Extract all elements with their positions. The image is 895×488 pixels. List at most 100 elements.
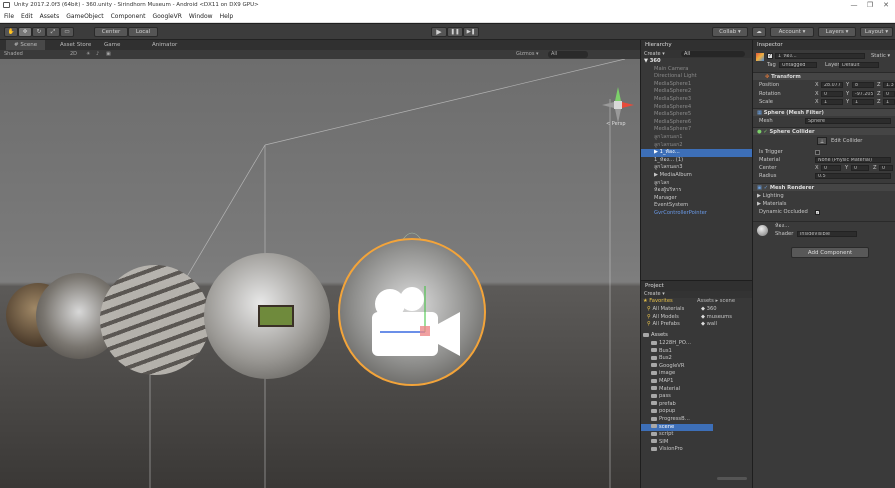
rect-tool-icon[interactable]: ▭ [60, 27, 74, 37]
audio-toggle-icon[interactable]: ♪ [96, 50, 99, 59]
asset-folder-item[interactable]: VisionPro [641, 446, 713, 454]
asset-folder-item[interactable]: popup [641, 408, 713, 416]
asset-folder-item[interactable]: Bus1 [641, 348, 713, 356]
scene-file-item[interactable]: ◆ 360 [701, 306, 717, 314]
scene-file-item[interactable]: ◆ museums [701, 314, 732, 322]
pivot-toggle[interactable]: Center [94, 27, 128, 37]
tag-dropdown[interactable]: Untagged [779, 62, 817, 68]
material-name[interactable]: ห้อง… [775, 222, 789, 230]
x-value-field[interactable]: 1 [821, 99, 843, 105]
asset-folder-item[interactable]: ProgressB… [641, 416, 713, 424]
asset-folder-item[interactable]: script [641, 431, 713, 439]
object-name-field[interactable]: 1_ห้อง… [775, 53, 865, 59]
tab-hierarchy[interactable]: Hierarchy [645, 40, 672, 50]
tab-scene[interactable]: # Scene [6, 40, 46, 50]
favorite-item[interactable]: ⚲ All Prefabs [647, 321, 680, 329]
active-checkbox[interactable]: ✓ [767, 53, 773, 59]
sphere-collider-header[interactable]: ● ✓ Sphere Collider [753, 127, 895, 135]
gizmos-dropdown[interactable]: Gizmos ▾ [516, 50, 539, 59]
menu-assets[interactable]: Assets [40, 13, 60, 20]
z-value-field[interactable]: 1 [883, 99, 895, 105]
space-toggle[interactable]: Local [128, 27, 158, 37]
collider-radius-field[interactable]: 0.5 [815, 173, 891, 179]
layers-dropdown[interactable]: Layers ▾ [818, 27, 856, 37]
persp-label[interactable]: < Persp [606, 121, 626, 127]
favorite-item[interactable]: ⚲ All Models [647, 314, 679, 322]
z-value-field[interactable]: 1.34 [883, 82, 895, 88]
lighting-foldout[interactable]: ▶ Lighting [753, 192, 895, 200]
hierarchy-item[interactable]: ▶ 1_ห้อง… [641, 149, 753, 157]
hierarchy-item[interactable]: ▶ MediaAlbum [641, 172, 753, 180]
hierarchy-item[interactable]: MediaSphere3 [641, 96, 753, 104]
hierarchy-create-button[interactable]: Create ▾ [644, 51, 665, 57]
orientation-gizmo-icon[interactable] [598, 85, 638, 125]
scene-file-item[interactable]: ◆ wall [701, 321, 717, 329]
edit-collider-icon[interactable]: ⟂ [817, 137, 827, 145]
2d-toggle[interactable]: 2D [70, 50, 77, 59]
hierarchy-item[interactable]: ลูกโลกนอก2 [641, 142, 753, 150]
tab-animator[interactable]: Animator [152, 40, 177, 50]
hierarchy-item[interactable]: MediaSphere6 [641, 119, 753, 127]
icon-size-slider[interactable] [717, 477, 747, 480]
y-value-field[interactable]: 1 [852, 99, 874, 105]
effects-toggle-icon[interactable]: ▣ [106, 50, 111, 59]
asset-folder-item[interactable]: 1228H_PO… [641, 340, 713, 348]
menu-component[interactable]: Component [111, 13, 146, 20]
maximize-button[interactable]: ❐ [863, 0, 877, 10]
menu-googlevr[interactable]: GoogleVR [152, 13, 181, 20]
hierarchy-item[interactable]: ลูกโลก [641, 180, 753, 188]
lighting-toggle-icon[interactable]: ☀ [86, 50, 90, 59]
hierarchy-item[interactable]: MediaSphere1 [641, 81, 753, 89]
minimize-button[interactable]: — [847, 0, 861, 10]
z-value-field[interactable]: 0 [883, 90, 895, 97]
hand-tool-icon[interactable]: ✋ [4, 27, 18, 37]
asset-folder-item[interactable]: SIM [641, 439, 713, 447]
asset-folder-item[interactable]: image [641, 370, 713, 378]
hierarchy-item[interactable]: MediaSphere2 [641, 88, 753, 96]
y-value-field[interactable]: 8 [852, 82, 874, 88]
hierarchy-item[interactable]: ▼ 360 [641, 58, 753, 66]
media-sphere-4[interactable] [204, 253, 330, 379]
layout-dropdown[interactable]: Layout ▾ [860, 27, 893, 37]
add-component-button[interactable]: Add Component [791, 247, 869, 258]
layer-dropdown[interactable]: Default [839, 62, 879, 68]
x-value-field[interactable]: 0 [821, 90, 843, 97]
hierarchy-item[interactable]: EventSystem [641, 202, 753, 210]
hierarchy-item[interactable]: ห้องผู้บริหาร [641, 187, 753, 195]
mesh-filter-header[interactable]: ▦ Sphere (Mesh Filter) [753, 108, 895, 116]
shading-mode-dropdown[interactable]: Shaded [4, 50, 23, 59]
transform-header[interactable]: ✥ Transform [753, 72, 895, 80]
y-value-field[interactable]: -97.205 [852, 90, 874, 97]
tab-asset-store[interactable]: Asset Store [60, 40, 91, 50]
menu-help[interactable]: Help [220, 13, 234, 20]
static-toggle[interactable]: Static ▾ [871, 52, 890, 60]
cloud-icon[interactable]: ☁ [752, 27, 766, 37]
scene-search[interactable]: All [548, 51, 588, 58]
scale-tool-icon[interactable]: ⤢ [46, 27, 60, 37]
hierarchy-item[interactable]: GvrControllerPointer [641, 210, 753, 218]
hierarchy-item[interactable]: ลูกโลกนอก1 [641, 134, 753, 142]
is-trigger-checkbox[interactable] [815, 150, 820, 155]
asset-folder-item[interactable]: MAP1 [641, 378, 713, 386]
assets-header[interactable]: Assets [643, 332, 668, 340]
tab-game[interactable]: Game [104, 40, 120, 50]
materials-foldout[interactable]: ▶ Materials [753, 200, 895, 208]
mesh-field[interactable]: Sphere [805, 118, 891, 124]
rotate-tool-icon[interactable]: ↻ [32, 27, 46, 37]
close-button[interactable]: ✕ [879, 0, 893, 10]
hierarchy-item[interactable]: Directional Light [641, 73, 753, 81]
menu-edit[interactable]: Edit [21, 13, 33, 20]
asset-folder-item[interactable]: Bus2 [641, 355, 713, 363]
menu-gameobject[interactable]: GameObject [66, 13, 103, 20]
center-y-field[interactable]: 0 [851, 165, 869, 171]
mesh-renderer-header[interactable]: ▣ ✓ Mesh Renderer [753, 183, 895, 191]
hierarchy-item[interactable]: MediaSphere4 [641, 104, 753, 112]
x-value-field[interactable]: 28.077 [821, 82, 843, 88]
asset-folder-item[interactable]: scene [641, 423, 713, 432]
asset-folder-item[interactable]: prefab [641, 401, 713, 409]
asset-folder-item[interactable]: Material [641, 386, 713, 394]
hierarchy-item[interactable]: ลูกโลกนอก3 [641, 164, 753, 172]
favorite-item[interactable]: ⚲ All Materials [647, 306, 684, 314]
menu-file[interactable]: File [4, 13, 14, 20]
hierarchy-item[interactable]: 1_ห้อง… (1) [641, 157, 753, 165]
